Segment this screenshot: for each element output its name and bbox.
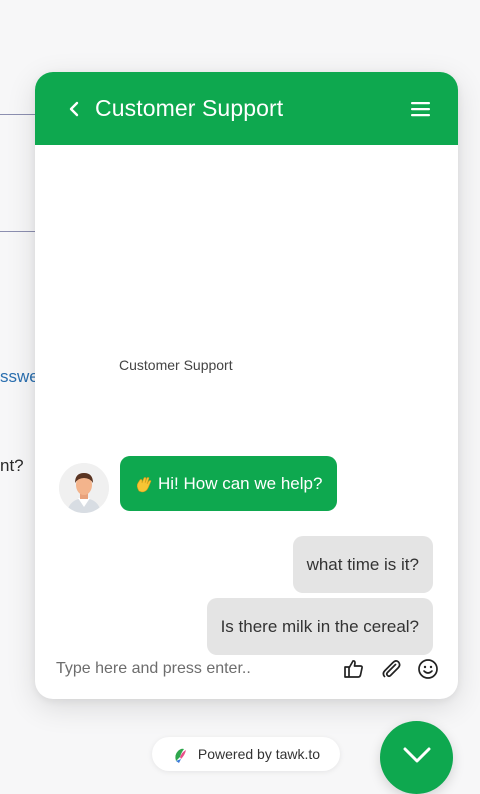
paperclip-icon[interactable]: [379, 657, 403, 681]
message-text: Is there milk in the cereal?: [220, 616, 419, 636]
menu-icon[interactable]: [410, 100, 432, 118]
message-list[interactable]: Customer Support Hi! How can we help? wh…: [35, 145, 458, 655]
chevron-down-icon: [402, 746, 432, 769]
agent-message: Hi! How can we help?: [120, 456, 338, 511]
powered-by-badge[interactable]: Powered by tawk.to: [152, 737, 340, 771]
background-divider: [0, 114, 35, 115]
thumbs-up-icon[interactable]: [342, 657, 366, 681]
user-message: what time is it?: [292, 536, 433, 593]
emoji-icon[interactable]: [416, 657, 440, 681]
avatar: [59, 463, 109, 513]
agent-name: Customer Support: [119, 357, 233, 373]
chat-title: Customer Support: [95, 95, 284, 121]
back-icon[interactable]: [65, 100, 83, 118]
chat-widget: Customer Support Customer Support Hi! Ho…: [35, 72, 458, 699]
message-composer: [35, 639, 458, 699]
message-input[interactable]: [54, 659, 329, 679]
message-text: what time is it?: [306, 554, 419, 574]
background-text-fragment: nt?: [0, 456, 24, 475]
powered-by-text: Powered by tawk.to: [197, 746, 321, 762]
background-link-fragment[interactable]: sswe: [0, 367, 39, 387]
wave-icon: [134, 474, 154, 494]
background-divider: [0, 231, 35, 232]
message-text: Hi! How can we help?: [158, 473, 323, 493]
tawk-logo-icon: [172, 745, 188, 763]
chat-header: Customer Support: [35, 72, 458, 145]
minimize-widget-button[interactable]: [380, 721, 453, 794]
